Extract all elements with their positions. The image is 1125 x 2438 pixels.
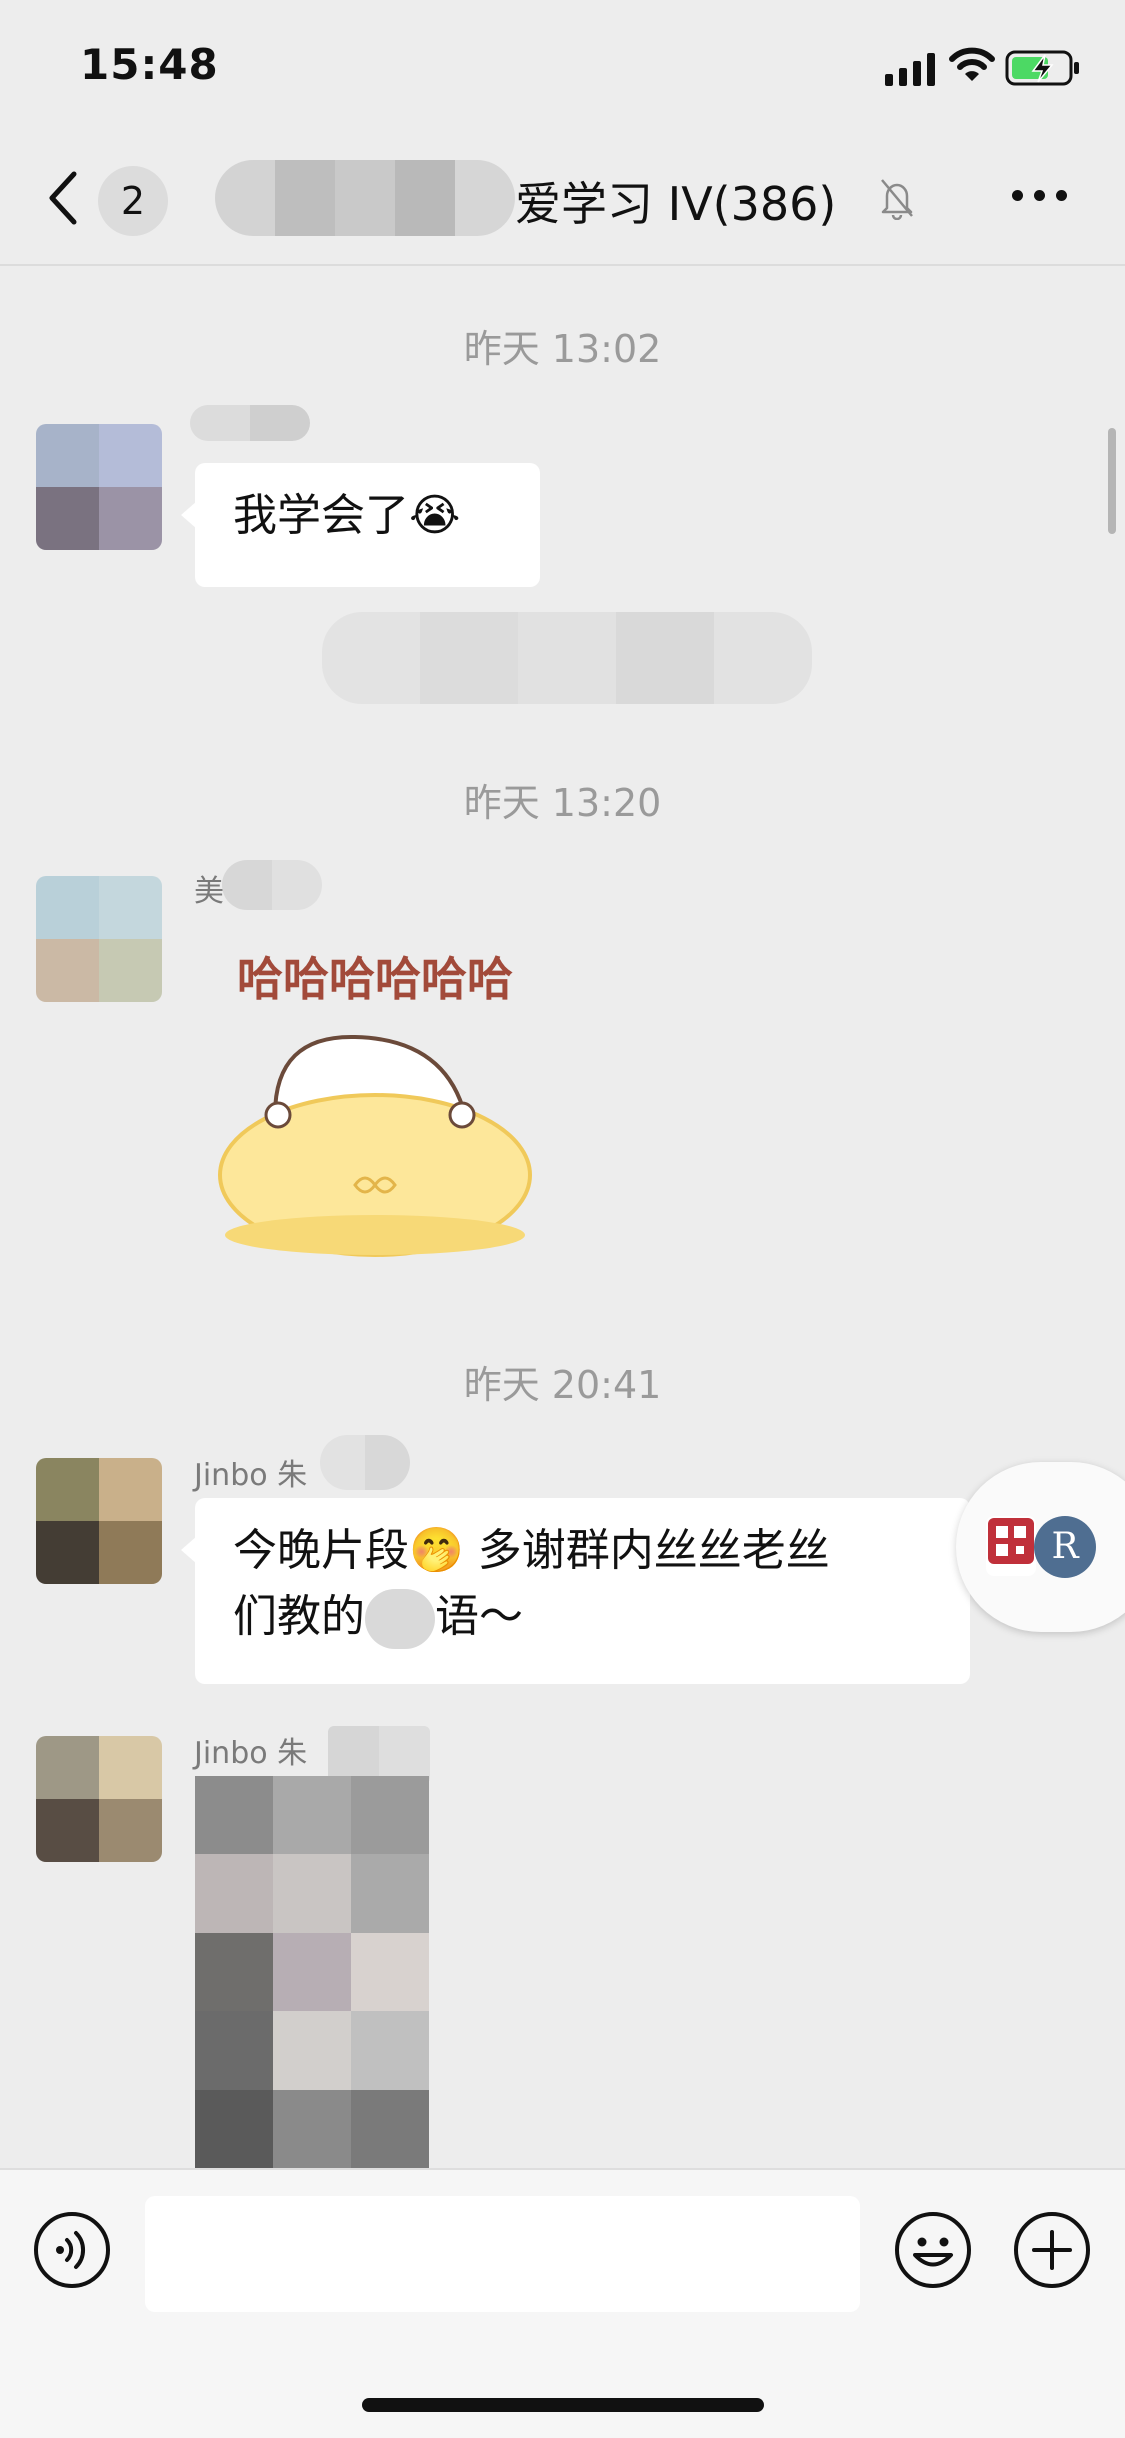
- avatar[interactable]: [36, 1458, 162, 1584]
- cellular-signal-icon: [885, 52, 935, 86]
- laughing-sticker[interactable]: 哈哈哈哈哈哈: [205, 935, 545, 1275]
- avatar[interactable]: [36, 424, 162, 550]
- message-input[interactable]: [145, 2196, 860, 2312]
- sender-name: Jinbo 朱: [194, 1458, 308, 1493]
- avatar[interactable]: [36, 876, 162, 1002]
- chat-title[interactable]: 爱学习 IV(386): [515, 168, 836, 234]
- message-timestamp: 昨天 13:20: [463, 781, 662, 825]
- home-indicator[interactable]: [362, 2398, 764, 2412]
- reader-badge-icon[interactable]: R: [1034, 1516, 1096, 1578]
- back-chevron-icon[interactable]: [44, 170, 84, 226]
- blurred-system-notice: [322, 612, 812, 704]
- nav-divider: [0, 264, 1125, 266]
- message-bubble[interactable]: 我学会了😭: [181, 463, 540, 587]
- message-text-line: 今晚片段🤭 多谢群内丝丝老丝: [233, 1525, 830, 1576]
- image-attachment[interactable]: [195, 1776, 429, 2168]
- blurred-sender-name: [190, 405, 310, 441]
- message-timestamp: 昨天 13:02: [463, 327, 662, 371]
- voice-input-icon[interactable]: [32, 2210, 112, 2290]
- emoji-icon[interactable]: [893, 2210, 973, 2290]
- blurred-sender-name: [320, 1435, 410, 1490]
- scrollbar[interactable]: [1108, 428, 1116, 534]
- wifi-icon: [949, 47, 995, 81]
- sender-name: Jinbo 朱: [194, 1736, 308, 1771]
- message-text-line: 们教的 语～: [233, 1584, 932, 1650]
- blurred-sender-name: [222, 860, 322, 910]
- status-time: 15:48: [80, 40, 219, 89]
- battery-charging-icon: [1005, 50, 1079, 86]
- message-timestamp: 昨天 20:41: [463, 1363, 662, 1407]
- blurred-title-prefix: [215, 160, 515, 236]
- sender-name: 美: [194, 874, 224, 909]
- app-logo-icon: [986, 1516, 1036, 1576]
- message-bubble[interactable]: 今晚片段🤭 多谢群内丝丝老丝 们教的 语～: [181, 1498, 970, 1684]
- add-attachment-icon[interactable]: [1012, 2210, 1092, 2290]
- sticker-text: 哈哈哈哈哈哈: [237, 952, 513, 1006]
- muted-bell-icon: [881, 179, 913, 220]
- avatar[interactable]: [36, 1736, 162, 1862]
- more-options-icon[interactable]: [1012, 190, 1067, 201]
- unread-count-badge[interactable]: 2: [98, 166, 168, 236]
